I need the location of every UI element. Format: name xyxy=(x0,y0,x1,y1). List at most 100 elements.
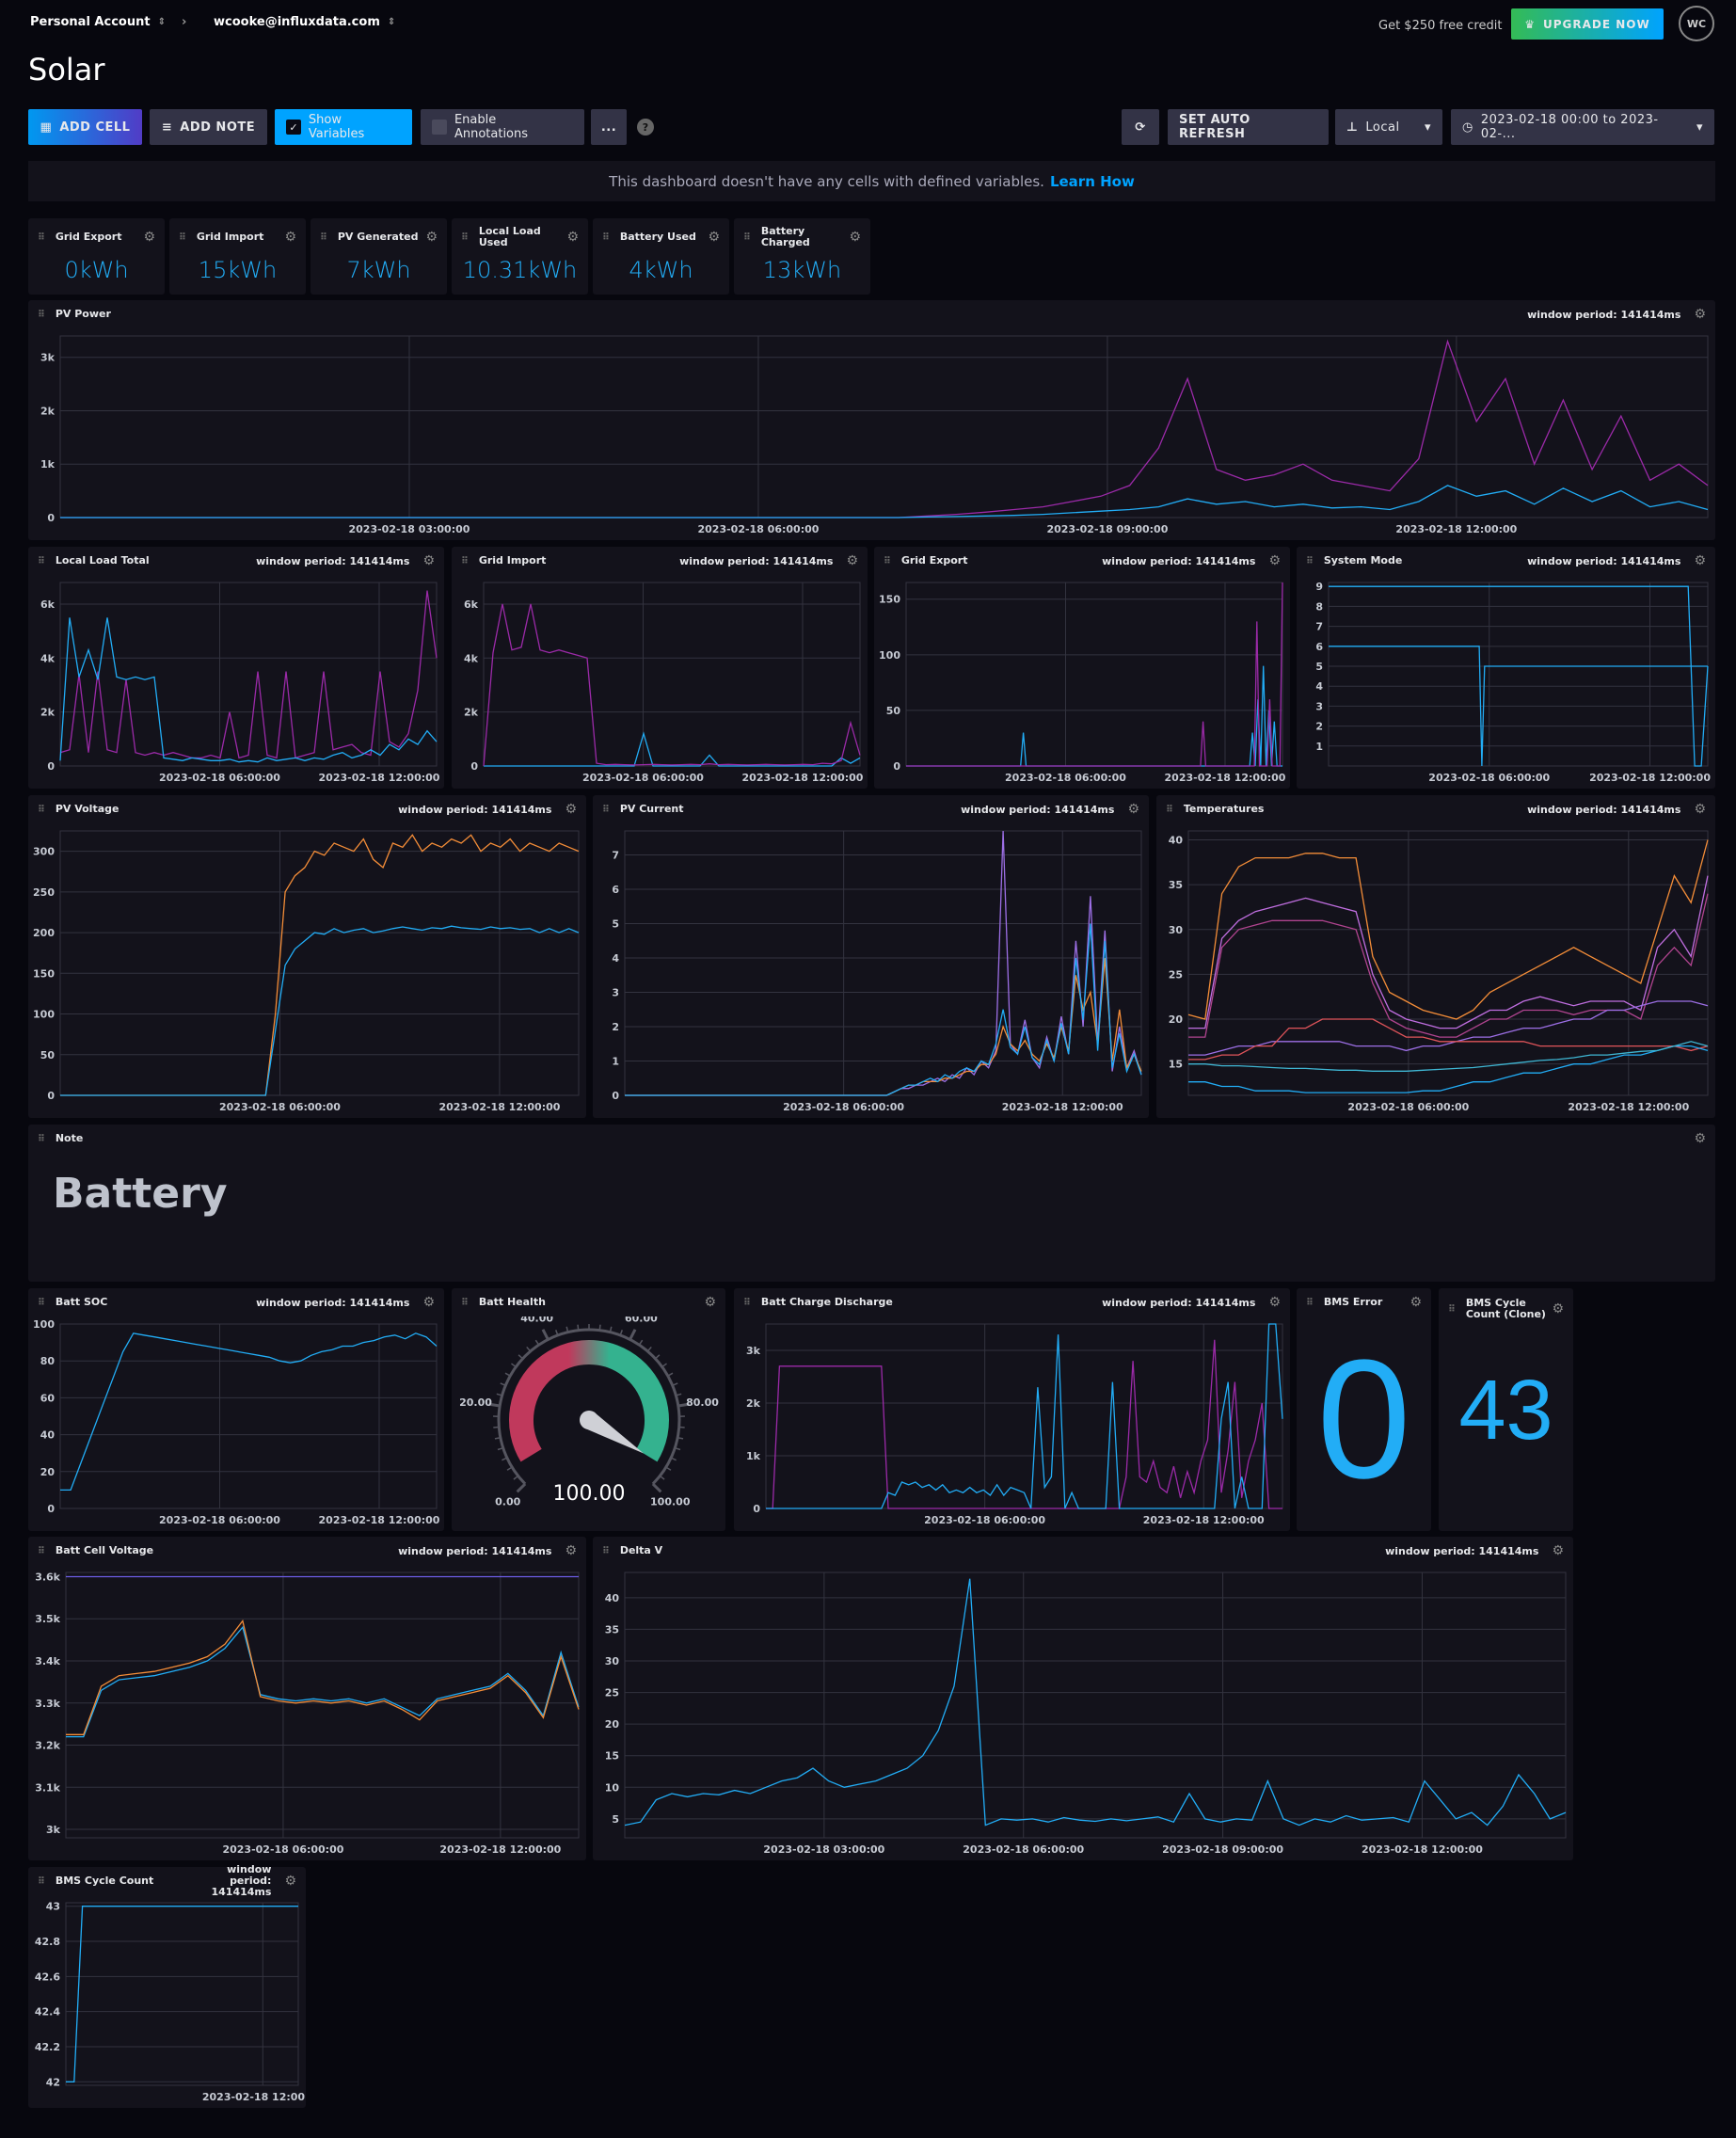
gear-icon[interactable]: ⚙ xyxy=(1552,1301,1564,1316)
gear-icon[interactable]: ⚙ xyxy=(704,1295,716,1310)
drag-handle-icon[interactable]: ⠿ xyxy=(1306,1298,1314,1308)
stat-pv-generated: ⠿ PV Generated ⚙ 7kWh xyxy=(311,218,447,295)
gear-icon[interactable]: ⚙ xyxy=(422,553,435,568)
gauge-tick xyxy=(651,1482,662,1493)
line-chart[interactable]: 0 50 100 150 200 250 300 2023-02-18 06:00:00 202… xyxy=(28,823,586,1118)
y-tick-label: 20 xyxy=(1169,1013,1184,1026)
gear-icon[interactable]: ⚙ xyxy=(1694,1131,1706,1146)
line-chart[interactable]: 42 42.2 42.4 42.6 42.8 43 2023-02-18 12:00:00 xyxy=(28,1895,306,2108)
gear-icon[interactable]: ⚙ xyxy=(143,230,155,245)
gear-icon[interactable]: ⚙ xyxy=(566,230,579,245)
gauge-tick xyxy=(513,1475,519,1480)
y-tick-label: 1 xyxy=(612,1056,619,1068)
drag-handle-icon[interactable]: ⠿ xyxy=(38,1876,45,1887)
line-chart[interactable]: 0 2k 4k 6k 2023-02-18 06:00:00 2023-02-18 12:… xyxy=(28,575,444,789)
drag-handle-icon[interactable]: ⠿ xyxy=(38,1134,45,1144)
gear-icon[interactable]: ⚙ xyxy=(1127,802,1139,817)
gear-icon[interactable]: ⚙ xyxy=(565,802,577,817)
avatar[interactable]: WC xyxy=(1679,6,1714,41)
plot-area xyxy=(65,1572,580,1839)
learn-how-link[interactable]: Learn How xyxy=(1050,173,1135,190)
panel-title: Batt Cell Voltage xyxy=(55,1544,154,1556)
drag-handle-icon[interactable]: ⠿ xyxy=(461,556,469,566)
window-period-label: window period: 141414ms xyxy=(398,1544,552,1557)
gear-icon[interactable]: ⚙ xyxy=(1268,1295,1281,1310)
drag-handle-icon[interactable]: ⠿ xyxy=(38,556,45,566)
drag-handle-icon[interactable]: ⠿ xyxy=(38,1298,45,1308)
x-tick-label: 2023-02-18 03:00:00 xyxy=(763,1843,884,1856)
stat-battery-used: ⠿ Battery Used ⚙ 4kWh xyxy=(593,218,729,295)
gear-icon[interactable]: ⚙ xyxy=(425,230,438,245)
drag-handle-icon[interactable]: ⠿ xyxy=(602,232,610,243)
gear-icon[interactable]: ⚙ xyxy=(284,230,296,245)
gear-icon[interactable]: ⚙ xyxy=(849,230,861,245)
drag-handle-icon[interactable]: ⠿ xyxy=(38,232,45,243)
stat-value: 10.31kWh xyxy=(462,257,578,283)
upgrade-button[interactable]: ♛ UPGRADE NOW xyxy=(1511,8,1664,40)
series-line-4 xyxy=(1188,1018,1709,1061)
timezone-dropdown[interactable]: ⊥ Local ▾ xyxy=(1335,109,1442,145)
y-tick-label: 1 xyxy=(1315,741,1323,753)
line-chart[interactable]: 0 1k 2k 3k 2023-02-18 06:00:00 2023-02-18 12:… xyxy=(734,1316,1290,1531)
account-switcher[interactable]: Personal Account ⇕ xyxy=(30,15,166,29)
drag-handle-icon[interactable]: ⠿ xyxy=(179,232,186,243)
drag-handle-icon[interactable]: ⠿ xyxy=(38,1546,45,1556)
gear-icon[interactable]: ⚙ xyxy=(565,1543,577,1558)
chevron-updown-icon: ⇕ xyxy=(387,17,396,27)
refresh-button[interactable]: ⟳ xyxy=(1122,109,1159,145)
drag-handle-icon[interactable]: ⠿ xyxy=(743,232,751,243)
gear-icon[interactable]: ⚙ xyxy=(1552,1543,1564,1558)
drag-handle-icon[interactable]: ⠿ xyxy=(461,1298,469,1308)
auto-refresh-button[interactable]: SET AUTO REFRESH xyxy=(1168,109,1329,145)
checkbox-checked-icon: ✓ xyxy=(286,120,301,135)
y-tick-label: 50 xyxy=(886,705,901,717)
line-chart[interactable]: 0 50 100 150 2023-02-18 06:00:00 2023-02-18 1… xyxy=(874,575,1290,789)
line-chart[interactable]: 0 20 40 60 80 100 2023-02-18 06:00:00 2023-02-1… xyxy=(28,1316,444,1531)
drag-handle-icon[interactable]: ⠿ xyxy=(1306,556,1314,566)
help-icon[interactable]: ? xyxy=(637,119,654,136)
line-chart[interactable]: 0 1k 2k 3k 2023-02-18 03:00:00 2023-02-18 06:… xyxy=(28,328,1715,540)
drag-handle-icon[interactable]: ⠿ xyxy=(1166,805,1173,815)
drag-handle-icon[interactable]: ⠿ xyxy=(38,805,45,815)
y-tick-label: 100 xyxy=(33,1009,55,1021)
x-tick-label: 2023-02-18 12:00:00 xyxy=(319,1514,440,1526)
drag-handle-icon[interactable]: ⠿ xyxy=(461,232,469,243)
drag-handle-icon[interactable]: ⠿ xyxy=(743,1298,751,1308)
gear-icon[interactable]: ⚙ xyxy=(708,230,720,245)
enable-annotations-toggle[interactable]: Enable Annotations xyxy=(421,109,584,145)
line-chart[interactable]: 5 10 15 20 25 30 35 40 2023-02-18 03:00:00 2023-0… xyxy=(593,1565,1573,1860)
drag-handle-icon[interactable]: ⠿ xyxy=(1448,1304,1456,1315)
y-tick-label: 9 xyxy=(1315,581,1323,593)
line-chart[interactable]: 0 1 2 3 4 5 6 7 2023-02-18 06:00:00 2023-02-18 12… xyxy=(593,823,1149,1118)
line-chart[interactable]: 0 2k 4k 6k 2023-02-18 06:00:00 2023-02-18 12:… xyxy=(452,575,868,789)
gear-icon[interactable]: ⚙ xyxy=(422,1295,435,1310)
drag-handle-icon[interactable]: ⠿ xyxy=(884,556,891,566)
line-chart[interactable]: 15 20 25 30 35 40 2023-02-18 06:00:00 2023-02-1… xyxy=(1156,823,1715,1118)
drag-handle-icon[interactable]: ⠿ xyxy=(38,310,45,320)
drag-handle-icon[interactable]: ⠿ xyxy=(602,805,610,815)
panel-temperatures: ⠿ Temperatures window period: 141414ms ⚙ 15 2… xyxy=(1156,795,1715,1118)
y-tick-label: 6k xyxy=(464,598,479,611)
line-chart[interactable]: 3k 3.1k 3.2k 3.3k 3.4k 3.5k 3.6k 2023-02-18 06:… xyxy=(28,1565,586,1860)
gear-icon[interactable]: ⚙ xyxy=(284,1874,296,1889)
gear-icon[interactable]: ⚙ xyxy=(1410,1295,1422,1310)
add-note-button[interactable]: ≡ ADD NOTE xyxy=(150,109,267,145)
show-variables-toggle[interactable]: ✓ Show Variables xyxy=(275,109,412,145)
gear-icon[interactable]: ⚙ xyxy=(1694,802,1706,817)
gear-icon[interactable]: ⚙ xyxy=(846,553,858,568)
y-tick-label: 40 xyxy=(605,1592,620,1604)
y-tick-label: 0 xyxy=(893,760,900,773)
gear-icon[interactable]: ⚙ xyxy=(1694,553,1706,568)
gear-icon[interactable]: ⚙ xyxy=(1268,553,1281,568)
add-cell-button[interactable]: ▦ ADD CELL xyxy=(28,109,142,145)
gear-icon[interactable]: ⚙ xyxy=(1694,307,1706,322)
time-range-dropdown[interactable]: ◷ 2023-02-18 00:00 to 2023-02-... ▾ xyxy=(1451,109,1714,145)
line-chart[interactable]: 1 2 3 4 5 6 7 8 9 2023-02-18 06:00:00 2023-02-18 1… xyxy=(1297,575,1715,789)
y-tick-label: 2k xyxy=(464,707,479,719)
drag-handle-icon[interactable]: ⠿ xyxy=(320,232,327,243)
more-options-button[interactable]: ... xyxy=(591,109,627,145)
panel-title: BMS Error xyxy=(1323,1296,1383,1308)
drag-handle-icon[interactable]: ⠿ xyxy=(602,1546,610,1556)
org-switcher[interactable]: wcooke@influxdata.com ⇕ xyxy=(214,15,395,29)
x-tick-label: 2023-02-18 12:00:00 xyxy=(1165,772,1286,784)
